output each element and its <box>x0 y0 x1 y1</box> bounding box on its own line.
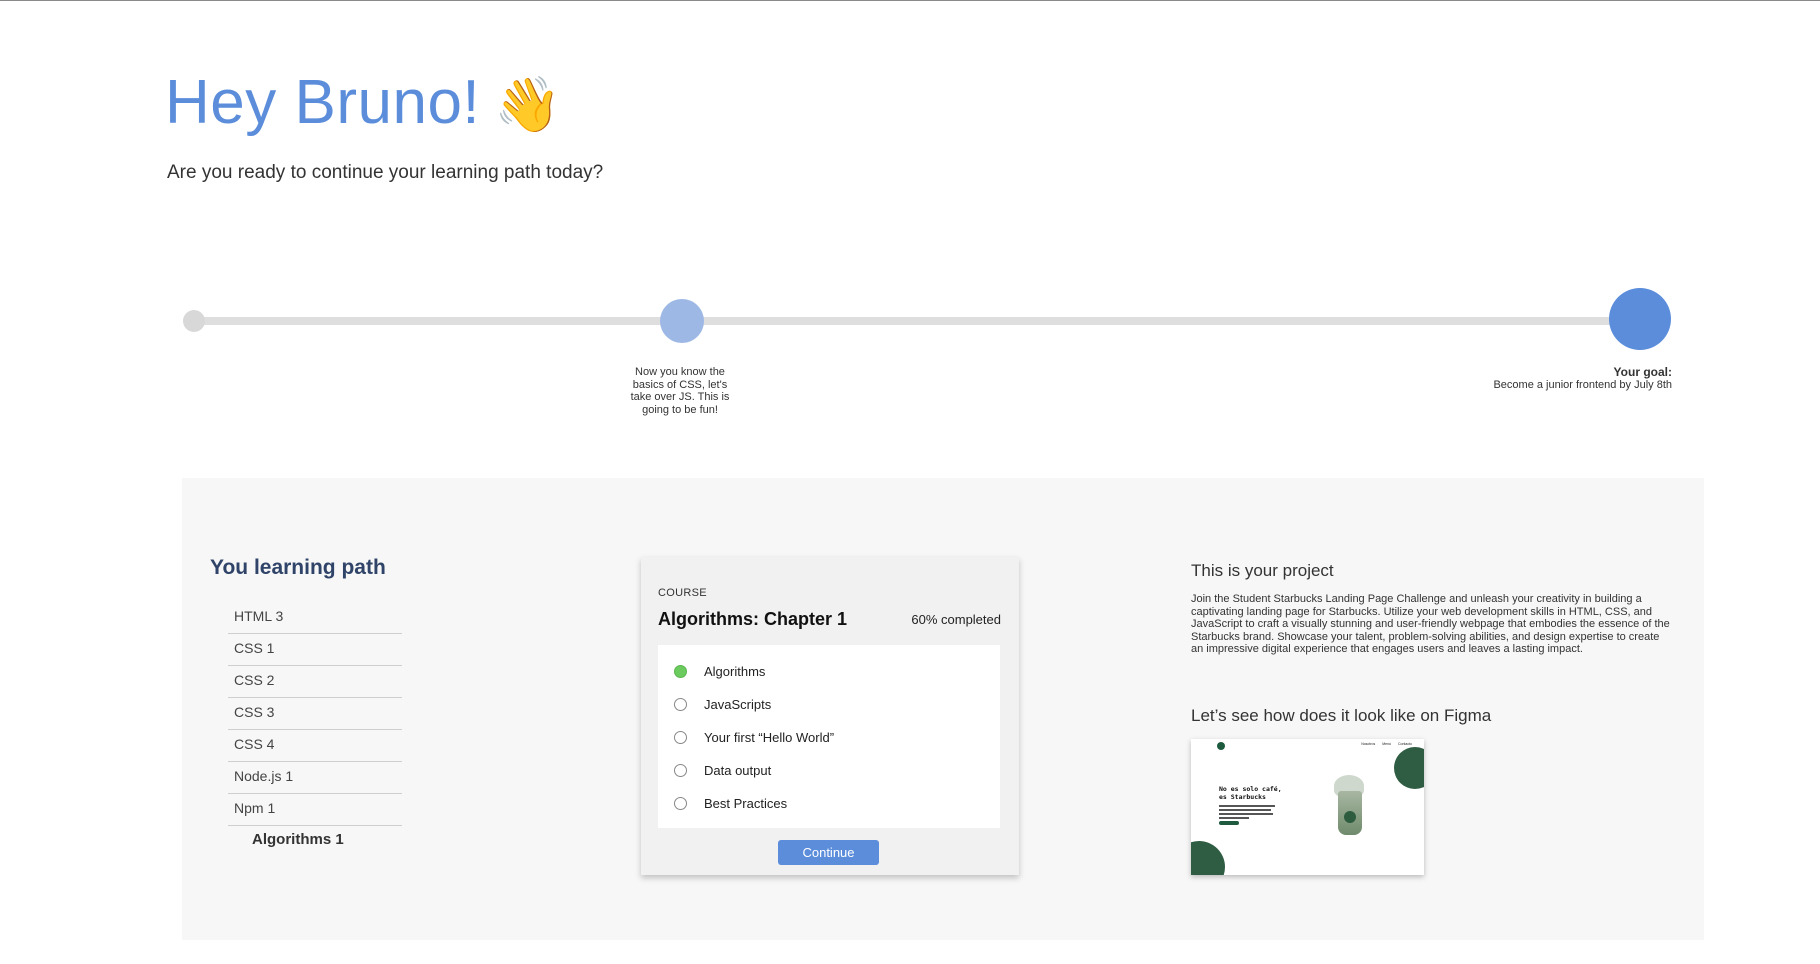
preview-headline: No es solo café, es Starbucks <box>1219 785 1282 801</box>
path-item[interactable]: CSS 3 <box>228 698 402 730</box>
continue-button[interactable]: Continue <box>778 840 879 865</box>
preview-decoration-circle <box>1394 747 1424 789</box>
milestone-note: Now you know the basics of CSS, let's ta… <box>630 366 730 416</box>
lesson-item[interactable]: Your first “Hello World” <box>658 721 1000 754</box>
lesson-item[interactable]: Algorithms <box>658 655 1000 688</box>
course-label: COURSE <box>658 587 707 599</box>
progress-timeline <box>183 288 1673 352</box>
frappuccino-cup-image <box>1332 775 1368 837</box>
lesson-checkbox[interactable] <box>674 797 687 810</box>
path-item[interactable]: CSS 4 <box>228 730 402 762</box>
greeting-title-text: Hey Bruno! <box>165 68 481 137</box>
preview-nav-item: Contacto <box>1397 742 1412 746</box>
timeline-goal-dot[interactable] <box>1609 288 1671 350</box>
lesson-checkbox[interactable] <box>674 764 687 777</box>
lesson-label: JavaScripts <box>704 697 772 712</box>
lesson-checkbox[interactable] <box>674 731 687 744</box>
learning-path-list: HTML 3 CSS 1 CSS 2 CSS 3 CSS 4 Node.js 1… <box>228 602 402 858</box>
goal-note: Your goal: Become a junior frontend by J… <box>1493 366 1672 392</box>
preview-decoration-circle <box>1191 841 1225 875</box>
preview-nav-item: Menú <box>1382 742 1391 746</box>
course-card: COURSE Algorithms: Chapter 1 60% complet… <box>641 557 1019 875</box>
lesson-item[interactable]: JavaScripts <box>658 688 1000 721</box>
lesson-checkbox-done[interactable] <box>674 665 687 678</box>
top-divider <box>0 0 1820 1</box>
goal-title: Your goal: <box>1613 365 1672 379</box>
greeting-header: Hey Bruno! 👋 Are you ready to continue yo… <box>165 72 603 184</box>
greeting-title: Hey Bruno! 👋 <box>165 72 603 134</box>
project-title: This is your project <box>1191 561 1334 580</box>
timeline-current-milestone[interactable] <box>660 299 704 343</box>
figma-preview-thumbnail[interactable]: Nosotros Menú Contacto No es solo café, … <box>1191 739 1424 875</box>
goal-text: Become a junior frontend by July 8th <box>1493 379 1672 391</box>
project-section: This is your project Join the Student St… <box>1191 561 1671 656</box>
project-description: Join the Student Starbucks Landing Page … <box>1191 593 1670 656</box>
course-title: Algorithms: Chapter 1 <box>658 609 848 629</box>
timeline-track <box>195 317 1645 325</box>
lesson-label: Best Practices <box>704 796 788 811</box>
lesson-item[interactable]: Best Practices <box>658 787 1000 820</box>
lesson-label: Your first “Hello World” <box>704 730 835 745</box>
lesson-checkbox[interactable] <box>674 698 687 711</box>
path-item[interactable]: CSS 2 <box>228 666 402 698</box>
lesson-label: Data output <box>704 763 772 778</box>
preview-cta-button <box>1219 821 1239 825</box>
path-item[interactable]: Node.js 1 <box>228 762 402 794</box>
path-item[interactable]: HTML 3 <box>228 602 402 634</box>
learning-path-title: You learning path <box>210 556 386 579</box>
preview-nav: Nosotros Menú Contacto <box>1361 742 1412 746</box>
lesson-item[interactable]: Data output <box>658 754 1000 787</box>
lesson-label: Algorithms <box>704 664 766 679</box>
greeting-subtitle: Are you ready to continue your learning … <box>167 162 604 183</box>
path-item[interactable]: CSS 1 <box>228 634 402 666</box>
preview-nav-item: Nosotros <box>1361 742 1376 746</box>
path-item[interactable]: Npm 1 <box>228 794 402 826</box>
starbucks-logo-icon <box>1217 742 1225 750</box>
lesson-list: Algorithms JavaScripts Your first “Hello… <box>658 645 1000 828</box>
preview-text-lines <box>1219 805 1275 821</box>
figma-title: Let’s see how does it look like on Figma <box>1191 706 1492 725</box>
waving-hand-icon: 👋 <box>494 75 562 135</box>
path-item-current[interactable]: Algorithms 1 <box>228 826 402 858</box>
timeline-start-dot <box>183 310 205 332</box>
course-progress: 60% completed <box>911 612 1001 627</box>
